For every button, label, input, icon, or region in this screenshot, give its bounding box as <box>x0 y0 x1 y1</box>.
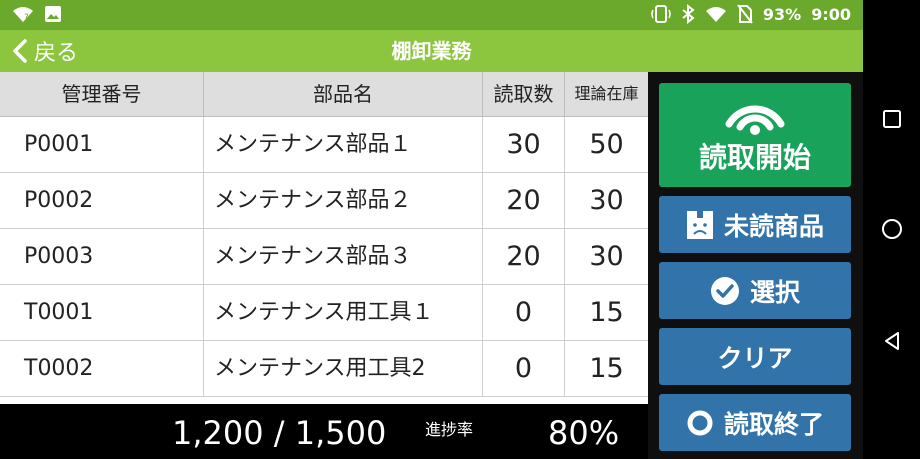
select-label: 選択 <box>749 277 800 307</box>
nfc-icon <box>651 5 671 23</box>
table-row[interactable]: P0002 メンテナンス部品２ 20 30 <box>0 173 648 229</box>
status-bar: ? 93% 9:00 <box>0 0 863 30</box>
battery-level: 93% <box>762 4 802 24</box>
check-circle-icon <box>710 276 739 305</box>
recents-icon[interactable] <box>881 108 903 130</box>
clear-label: クリア <box>717 343 793 373</box>
app-bar: 棚卸業務 戻る <box>0 30 863 72</box>
table-row[interactable]: P0001 メンテナンス部品１ 30 50 <box>0 117 648 173</box>
cell-name: メンテナンス用工具１ <box>204 285 483 340</box>
progress-footer: 1,200 / 1,500 進捗率 80% <box>0 404 648 459</box>
no-sim-icon <box>737 4 753 24</box>
stop-reading-label: 読取終了 <box>723 409 824 439</box>
cell-stock: 50 <box>589 129 624 160</box>
header-read-count[interactable]: 読取数 <box>483 72 565 116</box>
header-management-no[interactable]: 管理番号 <box>0 72 204 116</box>
progress-percent: 80% <box>548 414 620 452</box>
back-button[interactable]: 戻る <box>12 30 78 72</box>
wifi-question-icon: ? <box>13 7 33 23</box>
cell-id: T0002 <box>0 341 204 396</box>
back-chevron-icon <box>13 39 27 63</box>
header-theoretical-stock[interactable]: 理論在庫 <box>565 72 648 116</box>
stop-reading-button[interactable]: 読取終了 <box>659 394 851 451</box>
back-label: 戻る <box>34 41 79 66</box>
select-button[interactable]: 選択 <box>659 262 851 319</box>
action-panel: 読取開始 未読商品 選択 クリア 読取終了 <box>648 72 863 459</box>
cell-name: メンテナンス用工具2 <box>204 341 483 396</box>
unread-items-label: 未読商品 <box>723 211 824 241</box>
page-title: 棚卸業務 <box>391 39 472 63</box>
image-icon <box>45 6 61 22</box>
cell-id: P0003 <box>0 229 204 284</box>
header-part-name[interactable]: 部品名 <box>204 72 483 116</box>
cell-read: 0 <box>483 341 565 396</box>
read-count-total: 1,200 / 1,500 <box>172 414 387 452</box>
cell-name: メンテナンス部品２ <box>204 173 483 228</box>
table-header: 管理番号 部品名 読取数 理論在庫 <box>0 72 648 117</box>
table-row[interactable]: T0001 メンテナンス用工具１ 0 15 <box>0 285 648 341</box>
unread-box-icon <box>686 210 713 239</box>
ring-icon <box>687 410 713 435</box>
cell-id: P0002 <box>0 173 204 228</box>
progress-label: 進捗率 <box>425 420 474 439</box>
cell-id: T0001 <box>0 285 204 340</box>
cell-name: メンテナンス部品１ <box>204 117 483 172</box>
wifi-icon <box>705 7 726 22</box>
app-screen: ? 93% 9:00 棚卸業務 戻る 管理番号 部品名 読取数 理論在庫 P00… <box>0 0 863 459</box>
unread-items-button[interactable]: 未読商品 <box>659 196 851 253</box>
svg-text:?: ? <box>24 13 29 23</box>
cell-stock: 15 <box>589 353 624 384</box>
home-icon[interactable] <box>881 218 903 240</box>
table-row[interactable]: P0003 メンテナンス部品３ 20 30 <box>0 229 648 285</box>
cell-name: メンテナンス部品３ <box>204 229 483 284</box>
clear-button[interactable]: クリア <box>659 328 851 385</box>
inventory-table: 管理番号 部品名 読取数 理論在庫 P0001 メンテナンス部品１ 30 50 … <box>0 72 648 397</box>
cell-id: P0001 <box>0 117 204 172</box>
cell-read: 20 <box>483 229 565 284</box>
table-row[interactable]: T0002 メンテナンス用工具2 0 15 <box>0 341 648 397</box>
cell-read: 20 <box>483 173 565 228</box>
system-nav-bar <box>863 0 920 459</box>
start-reading-label: 読取開始 <box>698 141 811 174</box>
clock: 9:00 <box>811 4 851 24</box>
start-reading-button[interactable]: 読取開始 <box>659 83 851 187</box>
cell-stock: 30 <box>589 185 624 216</box>
cell-stock: 30 <box>589 241 624 272</box>
bluetooth-icon <box>682 4 695 24</box>
back-triangle-icon[interactable] <box>881 330 903 352</box>
cell-read: 30 <box>483 117 565 172</box>
cell-stock: 15 <box>589 297 624 328</box>
cell-read: 0 <box>483 285 565 340</box>
signal-waves-icon <box>725 105 785 135</box>
